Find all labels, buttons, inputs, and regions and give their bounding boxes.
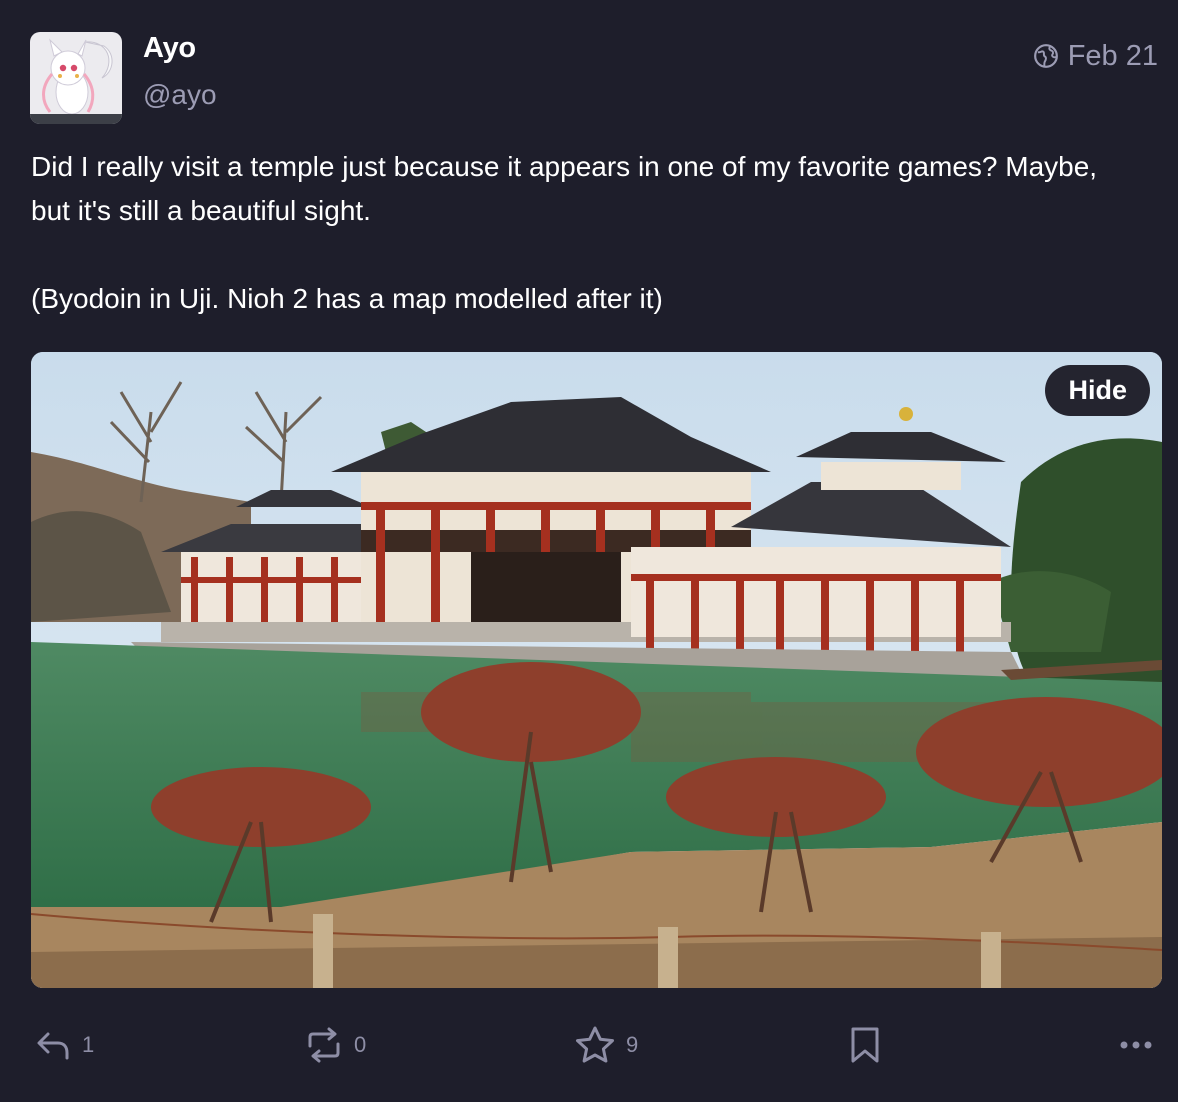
post-date[interactable]: Feb 21 (1068, 40, 1158, 73)
globe-icon (1033, 44, 1058, 68)
post-meta: Feb 21 (1033, 38, 1158, 74)
hide-media-button[interactable]: Hide (1045, 365, 1150, 416)
more-icon (1120, 1041, 1152, 1049)
temple-photo[interactable] (31, 352, 1162, 988)
bookmark-button[interactable] (848, 1018, 882, 1072)
more-options-button[interactable] (1118, 1018, 1154, 1072)
media-attachment[interactable]: Hide (31, 352, 1162, 988)
favourite-count: 9 (626, 1032, 639, 1057)
avatar-image (30, 32, 122, 124)
avatar[interactable] (30, 32, 122, 124)
status-post: Ayo @ayo Feb 21 Did I really visit a tem… (0, 0, 1178, 1102)
status-paragraph: Did I really visit a temple just because… (31, 151, 1098, 226)
reply-icon (37, 1032, 69, 1060)
favourite-button[interactable]: 9 (574, 1018, 638, 1072)
boost-button[interactable]: 0 (304, 1018, 366, 1072)
status-content: Did I really visit a temple just because… (31, 145, 1141, 321)
bookmark-icon (851, 1027, 879, 1063)
boost-icon (308, 1027, 340, 1063)
reply-count: 1 (82, 1032, 95, 1057)
account-handle[interactable]: @ayo (143, 79, 217, 111)
star-icon (576, 1026, 614, 1063)
status-paragraph: (Byodoin in Uji. Nioh 2 has a map modell… (31, 283, 663, 314)
display-name[interactable]: Ayo (143, 32, 196, 65)
boost-count: 0 (354, 1032, 367, 1057)
action-bar: 1 0 9 (0, 1018, 1178, 1072)
reply-button[interactable]: 1 (34, 1018, 94, 1072)
